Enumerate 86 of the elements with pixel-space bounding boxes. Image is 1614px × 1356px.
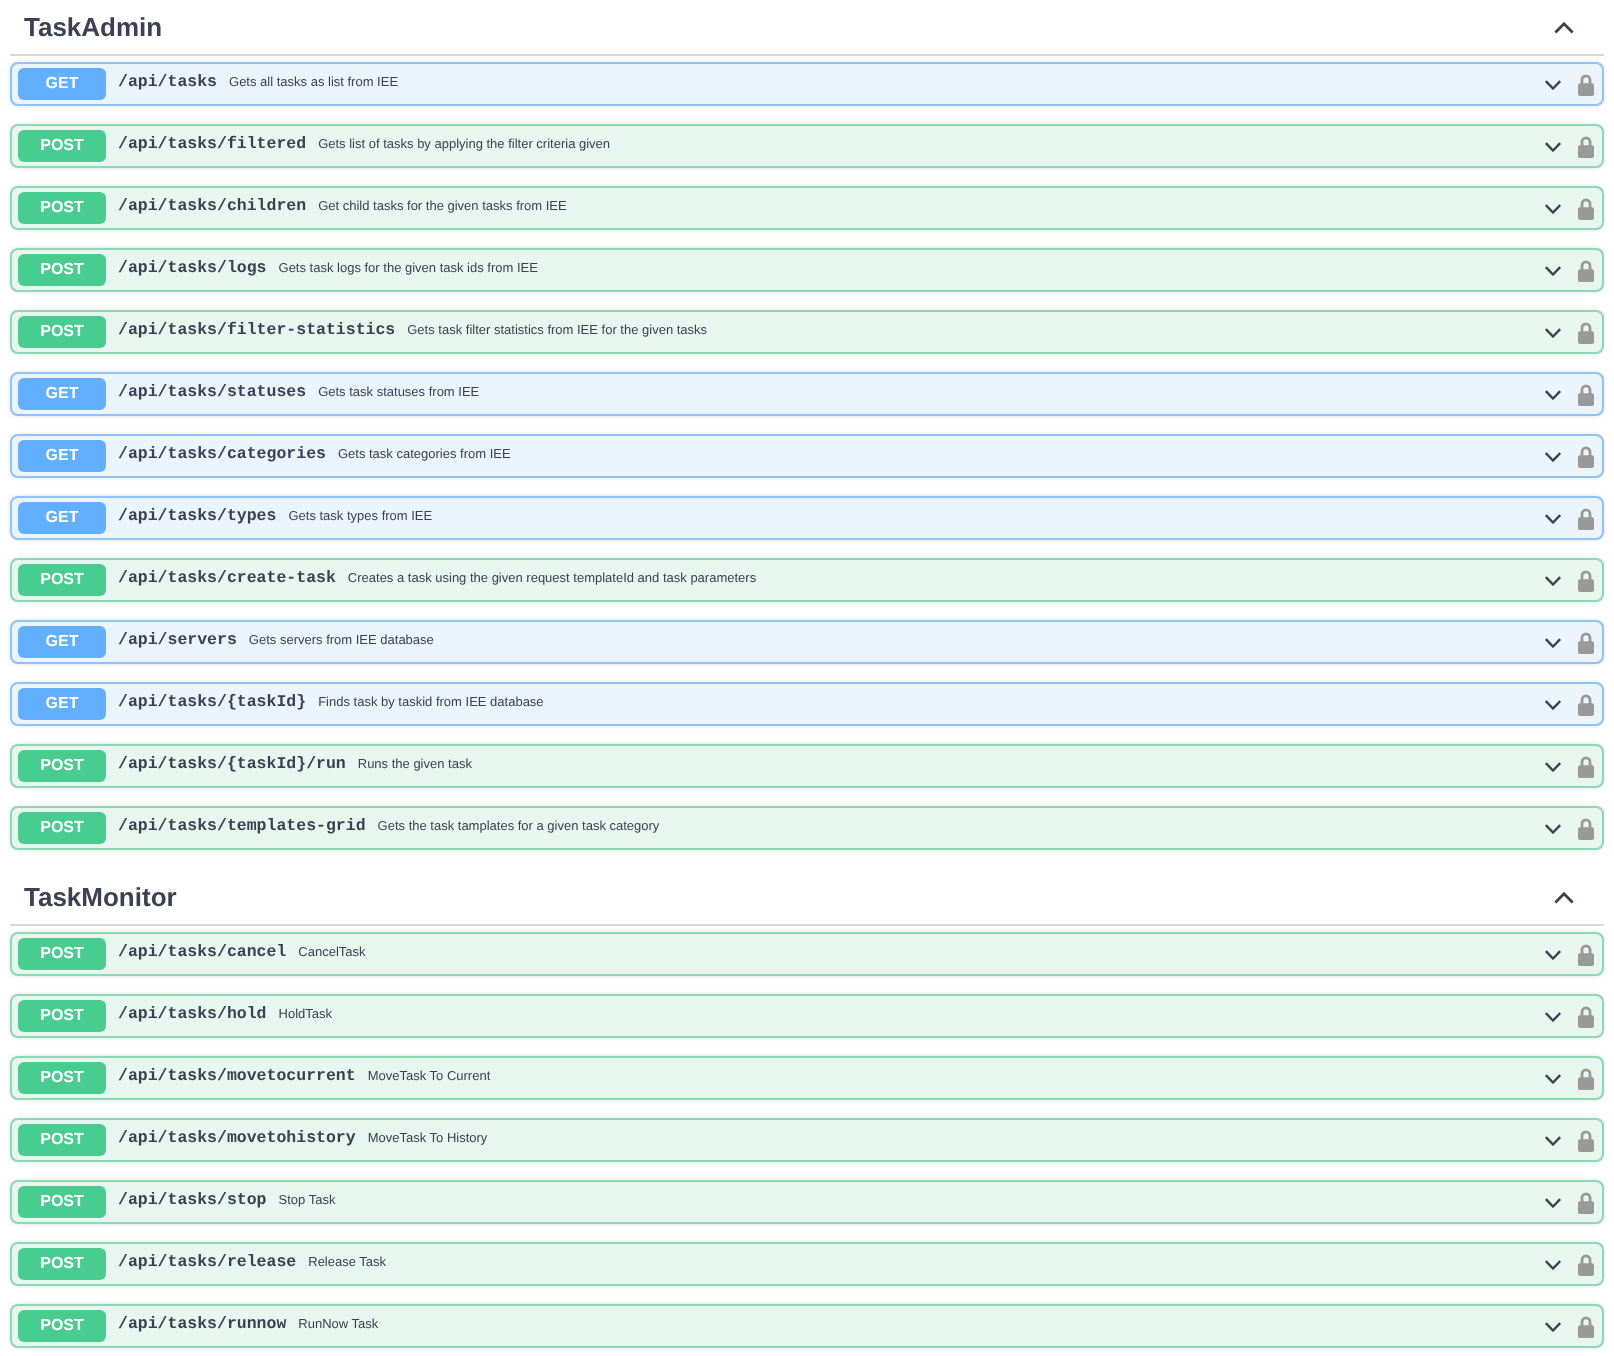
lock-icon[interactable] [1578,755,1594,777]
endpoint-path: /api/tasks/{taskId}/run [118,753,346,778]
chevron-down-icon[interactable] [1544,389,1562,399]
section-title: TaskAdmin [24,9,163,46]
chevron-down-icon[interactable] [1544,699,1562,709]
lock-icon[interactable] [1578,1005,1594,1027]
chevron-down-icon[interactable] [1544,79,1562,89]
section-header[interactable]: TaskMonitor [10,870,1604,926]
chevron-down-icon[interactable] [1544,575,1562,585]
chevron-down-icon[interactable] [1544,637,1562,647]
endpoint-path: /api/tasks/filtered [118,133,307,158]
chevron-down-icon[interactable] [1544,1197,1562,1207]
lock-icon[interactable] [1578,943,1594,965]
method-badge: POST [18,564,106,596]
method-badge: POST [18,812,106,844]
chevron-down-icon[interactable] [1544,513,1562,523]
endpoint-path: /api/tasks/stop [118,1189,267,1214]
endpoint-path: /api/tasks/categories [118,443,326,468]
method-badge: POST [18,1062,106,1094]
chevron-up-icon[interactable] [1554,21,1574,33]
lock-icon[interactable] [1578,259,1594,281]
chevron-down-icon[interactable] [1544,1073,1562,1083]
endpoint-path: /api/tasks/release [118,1251,297,1276]
method-badge: POST [18,1248,106,1280]
endpoint-path: /api/tasks/runnow [118,1313,287,1338]
section-header[interactable]: TaskAdmin [10,0,1604,56]
lock-icon[interactable] [1578,73,1594,95]
lock-icon[interactable] [1578,1253,1594,1275]
chevron-down-icon[interactable] [1544,203,1562,213]
endpoint-path: /api/tasks/create-task [118,567,336,592]
endpoint-path: /api/tasks/hold [118,1003,267,1028]
method-badge: POST [18,192,106,224]
endpoint-path: /api/tasks/children [118,195,307,220]
endpoint-path: /api/tasks/types [118,505,277,530]
method-badge: POST [18,254,106,286]
method-badge: POST [18,1000,106,1032]
chevron-down-icon[interactable] [1544,761,1562,771]
method-badge: POST [18,316,106,348]
chevron-down-icon[interactable] [1544,1135,1562,1145]
chevron-down-icon[interactable] [1544,141,1562,151]
lock-icon[interactable] [1578,817,1594,839]
chevron-down-icon[interactable] [1544,327,1562,337]
method-badge: GET [18,626,106,658]
endpoint-path: /api/tasks/statuses [118,381,307,406]
method-badge: POST [18,1186,106,1218]
method-badge: GET [18,440,106,472]
chevron-down-icon[interactable] [1544,823,1562,833]
endpoint-path: /api/tasks/movetocurrent [118,1065,356,1090]
method-badge: POST [18,1310,106,1342]
lock-icon[interactable] [1578,383,1594,405]
lock-icon[interactable] [1578,1191,1594,1213]
lock-icon[interactable] [1578,445,1594,467]
chevron-up-icon[interactable] [1554,891,1574,903]
method-badge: GET [18,688,106,720]
lock-icon[interactable] [1578,1129,1594,1151]
chevron-down-icon[interactable] [1544,1259,1562,1269]
section-title: TaskMonitor [24,879,177,916]
method-badge: GET [18,378,106,410]
endpoint-path: /api/servers [118,629,237,654]
method-badge: POST [18,938,106,970]
lock-icon[interactable] [1578,693,1594,715]
method-badge: POST [18,1124,106,1156]
endpoint-path: /api/tasks/logs [118,257,267,282]
lock-icon[interactable] [1578,1067,1594,1089]
chevron-down-icon[interactable] [1544,1011,1562,1021]
chevron-down-icon[interactable] [1544,949,1562,959]
endpoint-path: /api/tasks/filter-statistics [118,319,396,344]
endpoint-path: /api/tasks/{taskId} [118,691,307,716]
chevron-down-icon[interactable] [1544,1321,1562,1331]
lock-icon[interactable] [1578,197,1594,219]
method-badge: POST [18,130,106,162]
lock-icon[interactable] [1578,321,1594,343]
lock-icon[interactable] [1578,631,1594,653]
method-badge: GET [18,68,106,100]
endpoint-path: /api/tasks [118,71,218,96]
lock-icon[interactable] [1578,507,1594,529]
endpoint-path: /api/tasks/templates-grid [118,815,366,840]
endpoint-path: /api/tasks/movetohistory [118,1127,356,1152]
method-badge: POST [18,750,106,782]
endpoint-path: /api/tasks/cancel [118,941,287,966]
chevron-down-icon[interactable] [1544,451,1562,461]
lock-icon[interactable] [1578,569,1594,591]
lock-icon[interactable] [1578,135,1594,157]
method-badge: GET [18,502,106,534]
chevron-down-icon[interactable] [1544,265,1562,275]
lock-icon[interactable] [1578,1315,1594,1337]
